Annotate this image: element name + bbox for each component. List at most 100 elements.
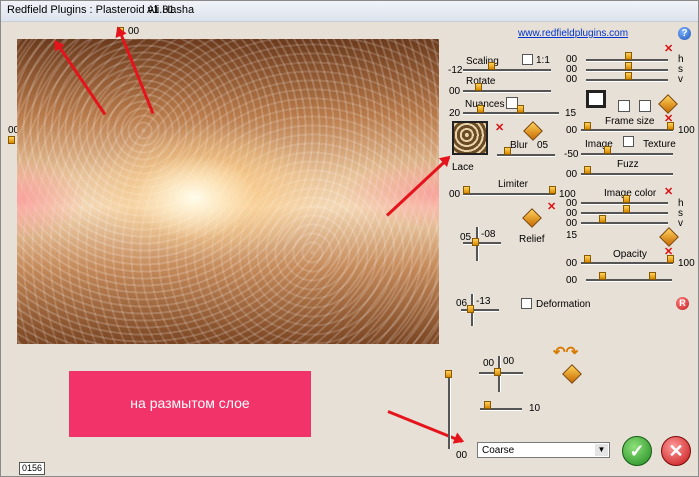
limiter-slider-right-handle[interactable] [549,186,556,194]
plugin-window: Redfield Plugins : Plasteroid v1.31 Ali … [0,0,699,477]
opacity-value-right: 100 [678,258,695,269]
image-color-extra-value: 15 [566,230,578,241]
frame-style-icon[interactable] [586,90,606,108]
reset-button[interactable]: R [676,297,689,310]
chevron-down-icon[interactable]: ▼ [595,444,608,456]
lace-texture-swatch[interactable] [452,121,488,155]
cancel-button[interactable]: ✕ [661,436,691,466]
opacity-row2-value: 00 [566,275,578,286]
ok-button[interactable]: ✓ [622,436,652,466]
mode-select[interactable]: Coarse ▼ [477,442,610,458]
limiter-slider-track[interactable] [463,193,555,196]
scaling-slider-handle[interactable] [488,62,495,70]
fuzz-track[interactable] [581,173,673,176]
image-color-clear-icon[interactable]: ✕ [664,187,673,198]
lace-label: Lace [452,162,474,173]
fuzz-handle[interactable] [584,166,591,174]
blur-label: Blur [510,140,528,151]
rotate-value: 00 [449,86,461,97]
nuances-slider-left-handle[interactable] [477,105,484,113]
preview-glow-right [339,159,439,229]
preview-glow-left [17,159,87,239]
arrow-to-combo [387,410,463,443]
frame-size-left-handle[interactable] [584,122,591,130]
preview-top-value: 00 [128,26,140,37]
hsv-top-v-value: 00 [566,74,578,85]
vertical-slider-track[interactable] [448,373,451,449]
lace-clear-icon[interactable]: ✕ [495,123,504,134]
image-color-v-track[interactable] [581,222,668,225]
author-name: Ali Hasha [147,4,195,16]
scaling-slider-track[interactable] [463,69,551,72]
relief-pad-horizontal[interactable] [463,242,501,245]
limiter-randomize-icon[interactable] [522,208,542,228]
image-texture-track[interactable] [581,153,673,156]
frame-size-label: Frame size [605,116,655,127]
deformation-y-value: -13 [476,296,491,307]
hsv-top-randomize-icon[interactable] [658,94,678,114]
annotation-banner: на размытом слое [69,371,311,437]
flip-arrows-icon[interactable]: ↶↷ [553,345,593,360]
preview-counter: 0156 [19,462,45,475]
deformation-label: Deformation [536,299,591,310]
image-texture-value: -50 [564,149,579,160]
frame-size-right-handle[interactable] [667,122,674,130]
limiter-value-left: 00 [449,189,461,200]
opacity-right-handle[interactable] [667,255,674,263]
image-color-s-handle[interactable] [623,205,630,213]
frame-color-box[interactable] [618,100,630,112]
limiter-label: Limiter [498,179,529,190]
texture-label: Texture [643,139,676,150]
frame-size-track[interactable] [581,129,673,132]
opacity-left-handle[interactable] [584,255,591,263]
nuances-randomize-icon[interactable] [523,121,543,141]
image-color-v-handle[interactable] [599,215,606,223]
image-color-randomize-icon[interactable] [659,227,679,247]
rotate-slider-handle[interactable] [475,83,482,91]
image-texture-handle[interactable] [604,146,611,154]
title-bar: Redfield Plugins : Plasteroid v1.31 Ali … [1,1,698,22]
deformation-x-value: 06 [456,298,468,309]
blur-slider-handle[interactable] [504,147,511,155]
hsv-top-clear-icon[interactable]: ✕ [664,44,673,55]
bottom-pad-horizontal[interactable] [479,372,523,375]
deformation-pad-handle[interactable] [467,305,474,313]
opacity-row2-right-handle[interactable] [649,272,656,280]
limiter-slider-left-handle[interactable] [463,186,470,194]
bottom-pad-x-value: 00 [483,358,495,369]
image-preview[interactable] [17,39,439,344]
image-color-h-handle[interactable] [623,195,630,203]
nuances-value-right: 15 [565,108,577,119]
relief-pad-handle[interactable] [472,238,479,246]
image-color-v-value: 00 [566,218,578,229]
hsv-top-v-handle[interactable] [625,72,632,80]
one-to-one-checkbox[interactable] [522,54,533,65]
fuzz-value: 00 [566,169,578,180]
opacity-track[interactable] [581,262,673,265]
opacity-value-left: 00 [566,258,578,269]
help-button[interactable]: ? [678,27,691,40]
limiter-clear-icon[interactable]: ✕ [547,202,556,213]
vertical-slider-value: 00 [456,450,468,461]
bottom-single-slider-handle[interactable] [484,401,491,409]
image-color-v-label: v [678,218,683,229]
one-to-one-label: 1:1 [536,55,550,66]
hsv-top-v-label: v [678,74,683,85]
frame-pattern-box[interactable] [639,100,651,112]
relief-y-value: -08 [481,229,496,240]
relief-label: Relief [519,234,545,245]
bottom-pad-handle[interactable] [494,368,501,376]
website-link[interactable]: www.redfieldplugins.com [518,28,628,39]
opacity-label: Opacity [613,249,647,260]
frame-size-value-left: 00 [566,125,578,136]
hsv-top-s-handle[interactable] [625,62,632,70]
vertical-slider-handle[interactable] [445,370,452,378]
image-texture-toggle[interactable] [623,136,634,147]
preview-left-handle[interactable] [8,136,15,144]
nuances-slider-right-handle[interactable] [517,105,524,113]
deformation-checkbox[interactable] [521,298,532,309]
hsv-top-h-handle[interactable] [625,52,632,60]
mode-select-value: Coarse [482,445,515,456]
opacity-row2-left-handle[interactable] [599,272,606,280]
flip-randomize-icon[interactable] [562,364,582,384]
